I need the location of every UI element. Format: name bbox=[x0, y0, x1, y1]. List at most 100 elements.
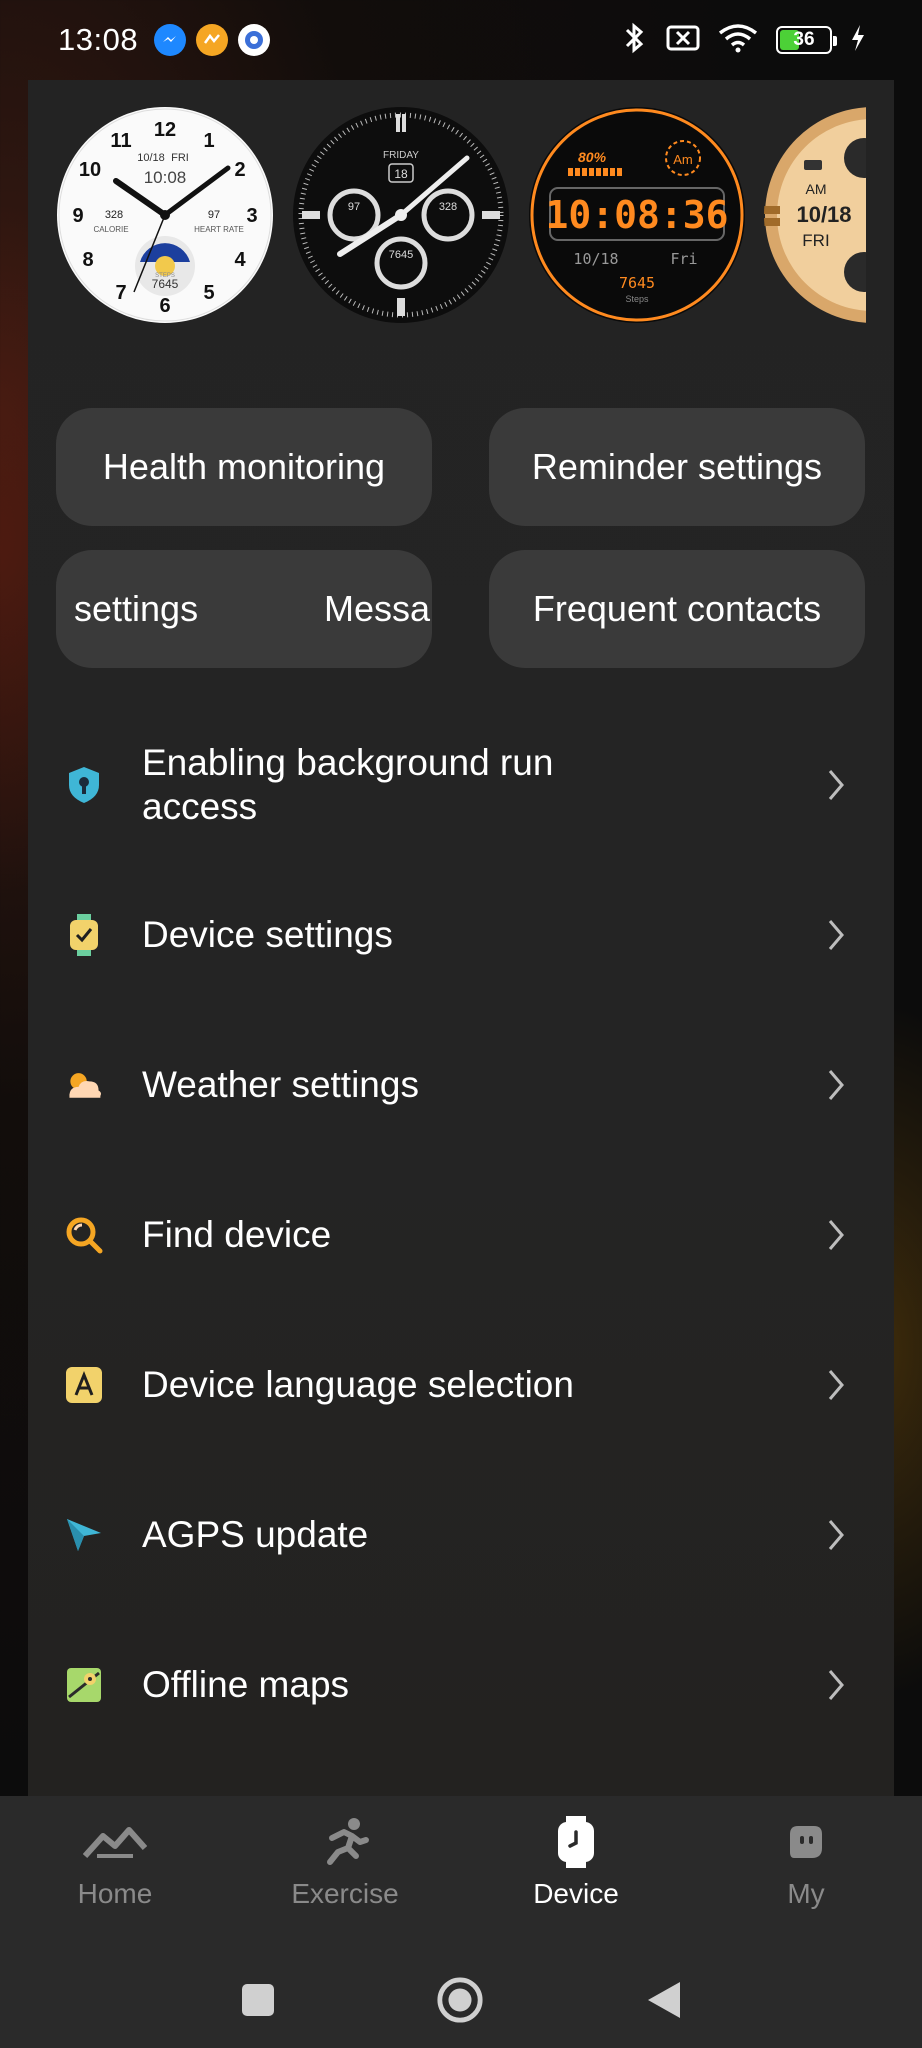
svg-text:7645: 7645 bbox=[389, 249, 413, 261]
search-icon bbox=[64, 1215, 104, 1255]
svg-text:7: 7 bbox=[115, 282, 126, 304]
svg-text:Steps: Steps bbox=[625, 294, 649, 304]
svg-text:6: 6 bbox=[159, 295, 170, 317]
svg-text:AM: AM bbox=[806, 181, 827, 197]
message-settings-button[interactable]: settings Messa bbox=[56, 550, 432, 668]
svg-text:HEART RATE: HEART RATE bbox=[194, 225, 244, 234]
svg-text:10/18: 10/18 bbox=[137, 152, 165, 164]
reminder-settings-label: Reminder settings bbox=[531, 446, 823, 487]
weather-sun-cloud-icon bbox=[64, 1065, 104, 1105]
svg-text:10/18: 10/18 bbox=[796, 202, 851, 227]
menu-item-label: Enabling background run access bbox=[142, 742, 554, 827]
health-monitoring-button[interactable]: Health monitoring bbox=[56, 408, 432, 526]
svg-text:10:08:36: 10:08:36 bbox=[545, 193, 728, 237]
device-panel: 12 1 2 3 4 5 6 7 8 9 10 11 10/18 FRI 10:… bbox=[28, 80, 894, 1796]
svg-text:2: 2 bbox=[234, 159, 245, 181]
svg-text:328: 328 bbox=[105, 209, 123, 221]
menu-item-offline-maps[interactable]: Offline maps bbox=[28, 1620, 894, 1750]
svg-text:328: 328 bbox=[439, 201, 457, 213]
location-arrow-icon bbox=[64, 1515, 104, 1555]
reminder-settings-button[interactable]: Reminder settings bbox=[489, 408, 865, 526]
svg-text:Fri: Fri bbox=[670, 250, 697, 268]
nav-home[interactable]: Home bbox=[35, 1816, 195, 1910]
nav-my[interactable]: My bbox=[726, 1816, 886, 1910]
svg-text:10/18: 10/18 bbox=[573, 250, 618, 268]
app-notification-icon bbox=[196, 24, 229, 56]
svg-text:18: 18 bbox=[394, 167, 408, 181]
svg-text:10: 10 bbox=[79, 159, 101, 181]
menu-item-agps-update[interactable]: AGPS update bbox=[28, 1470, 894, 1600]
profile-face-icon bbox=[774, 1816, 838, 1868]
watch-face-analog-white[interactable]: 12 1 2 3 4 5 6 7 8 9 10 11 10/18 FRI 10:… bbox=[56, 106, 274, 324]
chevron-right-icon bbox=[828, 1670, 844, 1700]
watch-face-carousel[interactable]: 12 1 2 3 4 5 6 7 8 9 10 11 10/18 FRI 10:… bbox=[56, 106, 866, 328]
svg-text:1: 1 bbox=[203, 130, 214, 152]
bluetooth-icon bbox=[620, 21, 648, 60]
svg-text:7645: 7645 bbox=[619, 274, 655, 292]
nav-exercise-label: Exercise bbox=[291, 1878, 399, 1909]
svg-text:CALORIE: CALORIE bbox=[93, 225, 128, 234]
bottom-nav: Home Exercise Device My bbox=[0, 1796, 922, 1952]
menu-item-background-run[interactable]: Enabling background run access bbox=[28, 720, 894, 850]
nav-my-label: My bbox=[787, 1878, 825, 1909]
chevron-right-icon bbox=[828, 920, 844, 950]
frequent-contacts-button[interactable]: Frequent contacts bbox=[489, 550, 865, 668]
status-time: 13:08 bbox=[58, 22, 139, 57]
menu-item-label: Weather settings bbox=[142, 1064, 419, 1105]
svg-text:10:08: 10:08 bbox=[144, 168, 187, 187]
svg-text:3: 3 bbox=[246, 205, 257, 227]
svg-text:Am: Am bbox=[673, 152, 693, 167]
frequent-contacts-label: Frequent contacts bbox=[532, 588, 822, 629]
menu-item-label: AGPS update bbox=[142, 1514, 369, 1555]
back-button[interactable] bbox=[640, 1976, 688, 2024]
svg-text:9: 9 bbox=[72, 205, 83, 227]
map-icon bbox=[64, 1665, 104, 1705]
system-nav-bar bbox=[0, 1952, 922, 2048]
svg-text:FRIDAY: FRIDAY bbox=[383, 150, 419, 161]
messenger-icon bbox=[154, 24, 187, 56]
svg-text:FRI: FRI bbox=[171, 152, 189, 164]
nav-exercise[interactable]: Exercise bbox=[265, 1816, 425, 1910]
status-bar: 13:08 36 bbox=[0, 0, 922, 80]
chevron-right-icon bbox=[828, 1220, 844, 1250]
svg-text:5: 5 bbox=[203, 282, 214, 304]
message-settings-label-part: Messa bbox=[324, 588, 431, 629]
svg-text:7645: 7645 bbox=[152, 277, 179, 291]
dial-number: 12 bbox=[154, 119, 176, 141]
nav-device[interactable]: Device bbox=[496, 1816, 656, 1910]
nav-device-label: Device bbox=[533, 1878, 619, 1909]
svg-text:FRI: FRI bbox=[802, 231, 829, 250]
watch-face-digital-orange[interactable]: 80% Am 10:08:36 10/18 Fri 7645 Steps bbox=[528, 106, 746, 324]
watch-face-analog-black[interactable]: FRIDAY 18 97 328 7645 bbox=[292, 106, 510, 324]
svg-text:8: 8 bbox=[82, 249, 93, 271]
wifi-icon bbox=[718, 23, 758, 58]
recent-apps-button[interactable] bbox=[234, 1976, 282, 2024]
home-button[interactable] bbox=[436, 1976, 484, 2024]
svg-text:4: 4 bbox=[234, 249, 246, 271]
shield-lock-icon bbox=[64, 765, 104, 805]
menu-item-device-settings[interactable]: Device settings bbox=[28, 870, 894, 1000]
watch-face-gold[interactable]: AM 10/18 FRI bbox=[764, 106, 866, 324]
svg-text:80%: 80% bbox=[578, 149, 607, 165]
settings-gear-icon bbox=[238, 24, 271, 56]
svg-text:97: 97 bbox=[208, 209, 220, 221]
menu-item-weather-settings[interactable]: Weather settings bbox=[28, 1020, 894, 1150]
menu-item-label: Device language selection bbox=[142, 1364, 574, 1405]
watch-check-icon bbox=[64, 914, 104, 956]
menu-item-language[interactable]: Device language selection bbox=[28, 1320, 894, 1450]
chevron-right-icon bbox=[828, 1370, 844, 1400]
home-icon bbox=[83, 1816, 147, 1868]
language-a-icon bbox=[64, 1365, 104, 1405]
menu-item-label: Device settings bbox=[142, 914, 393, 955]
battery-icon: 36 bbox=[776, 26, 837, 54]
nav-home-label: Home bbox=[77, 1878, 153, 1909]
menu-item-find-device[interactable]: Find device bbox=[28, 1170, 894, 1300]
svg-text:97: 97 bbox=[348, 201, 360, 213]
svg-text:11: 11 bbox=[110, 130, 131, 152]
chevron-right-icon bbox=[828, 770, 844, 800]
menu-item-label: Offline maps bbox=[142, 1664, 350, 1705]
chevron-right-icon bbox=[828, 1520, 844, 1550]
sim-x-icon bbox=[666, 24, 700, 57]
menu-item-label: Find device bbox=[142, 1214, 332, 1255]
chevron-right-icon bbox=[828, 1070, 844, 1100]
